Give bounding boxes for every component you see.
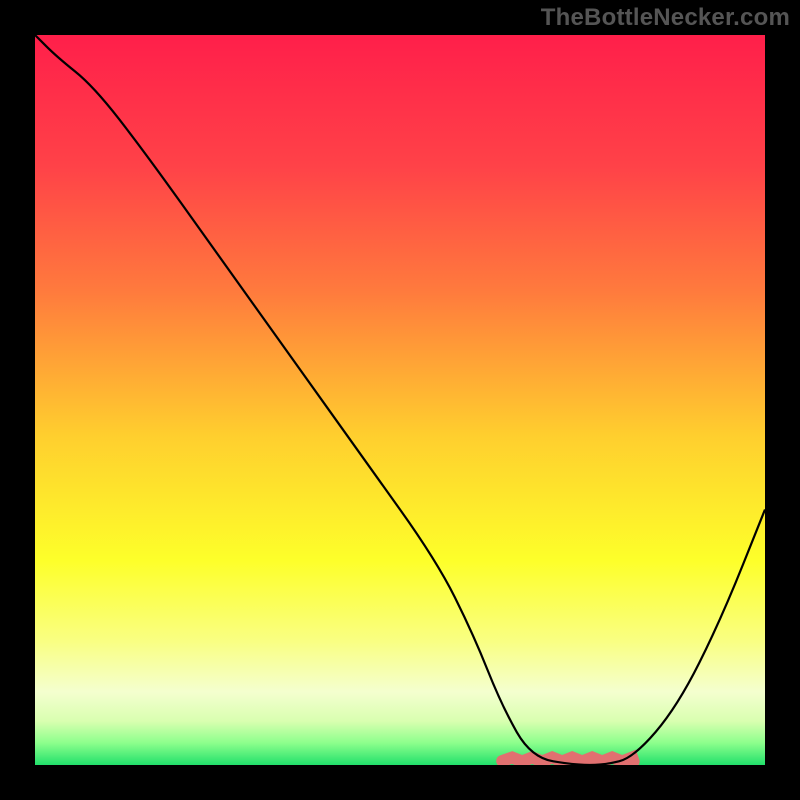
plot-area [35,35,765,765]
minimum-stripe [502,758,633,762]
bottleneck-curve [35,35,765,765]
chart-frame: TheBottleNecker.com [0,0,800,800]
curve-layer [35,35,765,765]
attribution-text: TheBottleNecker.com [541,4,790,32]
